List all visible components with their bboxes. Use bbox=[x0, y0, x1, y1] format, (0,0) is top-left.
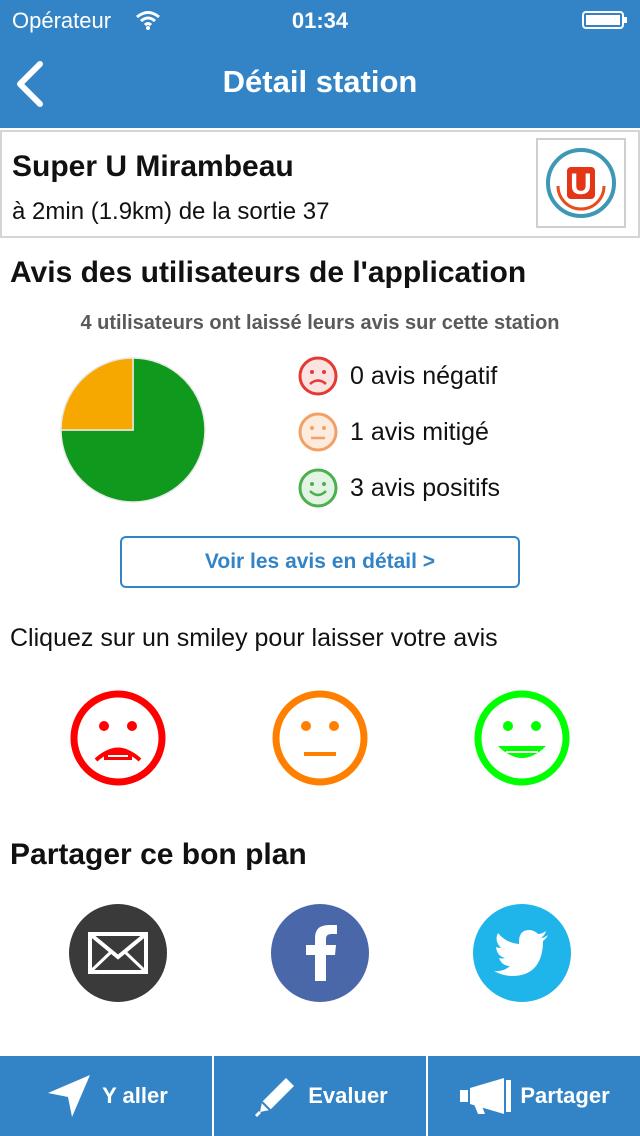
facebook-icon bbox=[306, 925, 337, 981]
page-title: Détail station bbox=[222, 64, 418, 99]
status-bar: Opérateur 01:34 bbox=[0, 0, 640, 40]
share-title: Partager ce bon plan bbox=[10, 838, 307, 871]
legend-negative: 0 avis négatif bbox=[296, 354, 497, 398]
twitter-bird-icon bbox=[494, 930, 548, 976]
bottom-toolbar: Y aller Evaluer Partager bbox=[0, 1056, 640, 1136]
megaphone-icon bbox=[460, 1078, 512, 1114]
facebook-share-button[interactable] bbox=[271, 904, 369, 1002]
super-u-logo-icon: U bbox=[546, 148, 616, 218]
envelope-icon bbox=[88, 932, 148, 974]
neutral-smiley-button[interactable] bbox=[270, 688, 370, 788]
twitter-share-button[interactable] bbox=[473, 904, 571, 1002]
station-distance: à 2min (1.9km) de la sortie 37 bbox=[12, 198, 330, 225]
reviews-count: 4 utilisateurs ont laissé leurs avis sur… bbox=[80, 312, 560, 334]
pie-slice-mitigé bbox=[60, 357, 134, 431]
brand-logo: U bbox=[536, 138, 626, 228]
legend-negative-label: 0 avis négatif bbox=[350, 361, 498, 390]
legend-neutral: 1 avis mitigé bbox=[296, 410, 489, 454]
email-share-button[interactable] bbox=[69, 904, 167, 1002]
navigation-arrow-icon bbox=[48, 1075, 91, 1117]
go-button[interactable]: Y aller bbox=[0, 1056, 212, 1136]
share-button[interactable]: Partager bbox=[426, 1056, 640, 1136]
view-reviews-detail-button[interactable]: Voir les avis en détail > bbox=[120, 536, 520, 588]
header-bar: Opérateur 01:34 Détail station bbox=[0, 0, 640, 128]
logo-letter: U bbox=[570, 168, 592, 201]
happy-smiley-button[interactable] bbox=[472, 688, 572, 788]
station-card: Super U Mirambeau à 2min (1.9km) de la s… bbox=[0, 130, 640, 238]
legend-neutral-label: 1 avis mitigé bbox=[350, 417, 489, 446]
battery-icon bbox=[582, 11, 627, 29]
sad-face-icon bbox=[298, 356, 338, 396]
rate-prompt: Cliquez sur un smiley pour laisser votre… bbox=[10, 624, 498, 652]
legend-positive: 3 avis positifs bbox=[296, 466, 500, 510]
happy-face-icon bbox=[298, 468, 338, 508]
neutral-face-icon bbox=[298, 412, 338, 452]
rate-button[interactable]: Evaluer bbox=[212, 1056, 426, 1136]
status-time: 01:34 bbox=[291, 8, 349, 33]
reviews-title: Avis des utilisateurs de l'application bbox=[10, 256, 527, 289]
legend-positive-label: 3 avis positifs bbox=[350, 473, 501, 502]
pencil-icon bbox=[255, 1078, 295, 1118]
reviews-pie-chart bbox=[60, 357, 206, 503]
station-name: Super U Mirambeau bbox=[12, 150, 294, 183]
share-button-label: Partager bbox=[520, 1083, 610, 1108]
go-button-label: Y aller bbox=[102, 1083, 168, 1108]
sad-smiley-button[interactable] bbox=[68, 688, 168, 788]
rate-button-label: Evaluer bbox=[308, 1083, 388, 1108]
